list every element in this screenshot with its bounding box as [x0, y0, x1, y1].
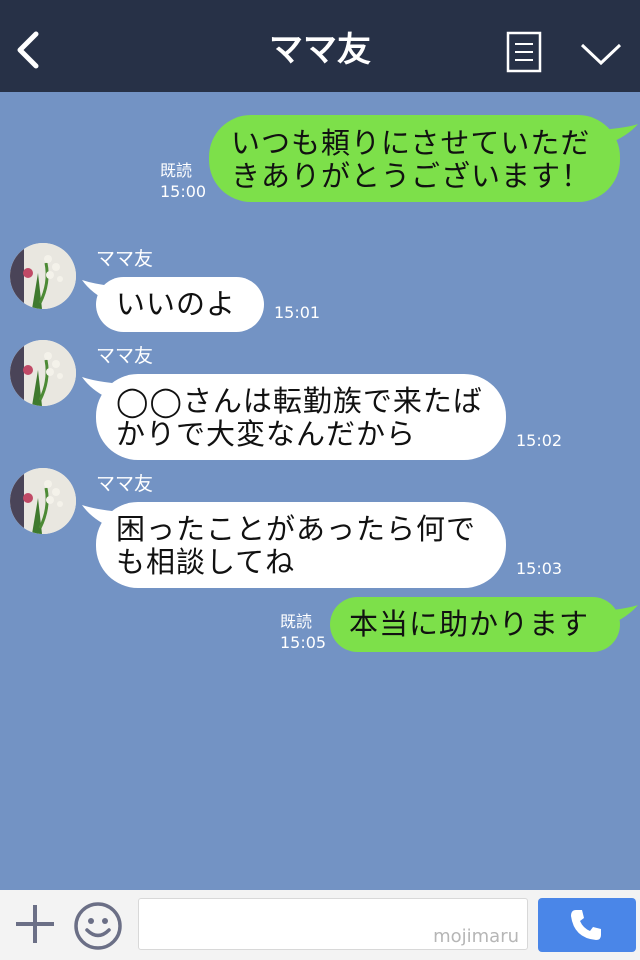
read-receipt: 既読: [280, 612, 313, 631]
message-time: 15:00: [160, 182, 207, 201]
header-bar: [0, 0, 640, 92]
sender-name: ママ友: [96, 473, 154, 495]
phone-icon: [571, 910, 601, 940]
avatar[interactable]: [10, 243, 76, 309]
watermark-text: mojimaru: [433, 926, 519, 947]
read-receipt: 既読: [160, 161, 193, 180]
message-line: いいのよ: [116, 287, 237, 321]
sender-name: ママ友: [96, 248, 154, 270]
flower-photo-icon: [10, 340, 76, 406]
sender-name: ママ友: [96, 345, 154, 367]
message-time: 15:05: [280, 633, 327, 652]
message-time: 15:03: [516, 559, 563, 578]
chevron-down-icon[interactable]: [580, 42, 622, 66]
message-bubble-outgoing[interactable]: 本当に助かります: [330, 597, 620, 652]
flower-photo-icon: [10, 468, 76, 534]
plus-icon[interactable]: [14, 903, 56, 945]
message-line: ◯◯さんは転勤族で来たば: [116, 384, 483, 418]
message-bubble-incoming[interactable]: ◯◯さんは転勤族で来たば かりで大変なんだから: [96, 374, 506, 460]
message-bubble-incoming[interactable]: 困ったことがあったら何で も相談してね: [96, 502, 506, 588]
avatar[interactable]: [10, 468, 76, 534]
message-line: きありがとうございます！: [231, 159, 592, 193]
flower-photo-icon: [10, 243, 76, 309]
message-time: 15:01: [274, 303, 321, 322]
message-time: 15:02: [516, 431, 563, 450]
message-line: も相談してね: [116, 545, 296, 579]
message-line: かりで大変なんだから: [116, 417, 417, 451]
avatar[interactable]: [10, 340, 76, 406]
message-bubble-outgoing[interactable]: いつも頼りにさせていただ きありがとうございます！: [209, 115, 620, 202]
smile-icon[interactable]: [73, 901, 123, 951]
call-button[interactable]: [538, 898, 636, 952]
message-line: いつも頼りにさせていただ: [231, 126, 591, 160]
message-line: 本当に助かります: [349, 607, 590, 641]
chevron-left-icon[interactable]: [14, 30, 44, 70]
message-bubble-incoming[interactable]: いいのよ: [96, 277, 264, 332]
message-input[interactable]: mojimaru: [138, 898, 528, 950]
message-line: 困ったことがあったら何で: [116, 512, 477, 546]
notes-icon[interactable]: [506, 31, 542, 73]
